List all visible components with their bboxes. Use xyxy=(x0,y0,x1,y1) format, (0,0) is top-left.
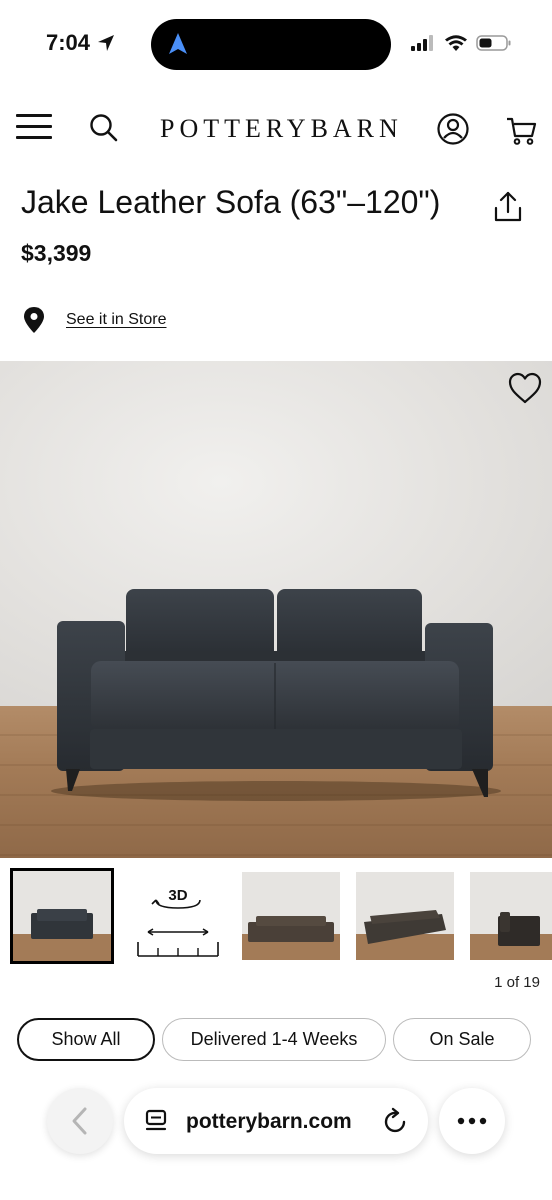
share-icon[interactable] xyxy=(492,190,524,224)
product-title: Jake Leather Sofa (63"–120") xyxy=(21,184,441,220)
status-bar: 7:04 xyxy=(0,0,552,90)
chip-delivered-1-4-weeks[interactable]: Delivered 1-4 Weeks xyxy=(162,1018,386,1061)
product-price: $3,399 xyxy=(21,240,92,266)
view-3d-button[interactable]: 3D xyxy=(126,874,230,960)
chip-show-all[interactable]: Show All xyxy=(17,1018,155,1061)
browser-back-button[interactable] xyxy=(47,1088,113,1154)
status-time: 7:04 xyxy=(46,30,91,55)
sofa-illustration xyxy=(51,589,501,801)
thumbnail-1[interactable] xyxy=(10,868,114,964)
site-logo[interactable]: POTTERYBARN xyxy=(160,114,403,144)
search-icon[interactable] xyxy=(88,112,120,144)
thumbnail-3[interactable] xyxy=(356,872,454,960)
location-arrow-icon xyxy=(98,35,115,51)
wifi-icon xyxy=(445,35,467,51)
reload-icon[interactable] xyxy=(383,1107,409,1135)
heart-icon[interactable] xyxy=(507,371,543,405)
navigation-arrow-icon xyxy=(169,33,187,54)
image-counter: 1 of 19 xyxy=(494,974,540,991)
chevron-left-icon xyxy=(72,1107,87,1135)
hamburger-icon[interactable] xyxy=(16,114,52,140)
see-in-store-row: See it in Store xyxy=(22,306,167,334)
thumbnail-sofa-image xyxy=(248,916,334,942)
status-indicators xyxy=(410,34,512,52)
site-header: POTTERYBARN xyxy=(0,100,552,160)
dynamic-island xyxy=(151,19,391,70)
location-pin-icon xyxy=(24,307,44,333)
thumbnail-4[interactable] xyxy=(470,872,552,960)
thumbnail-sofa-image xyxy=(31,909,93,939)
thumbnail-sofa-image xyxy=(364,910,446,944)
status-time-group: 7:04 xyxy=(46,30,116,56)
more-button[interactable] xyxy=(439,1088,505,1154)
address-bar[interactable]: potterybarn.com xyxy=(124,1088,428,1154)
chip-on-sale[interactable]: On Sale xyxy=(393,1018,531,1061)
cart-icon[interactable] xyxy=(505,114,539,148)
see-in-store-link[interactable]: See it in Store xyxy=(66,311,167,329)
three-d-label: 3D xyxy=(168,887,187,904)
product-main-image[interactable] xyxy=(0,361,552,858)
browser-toolbar: potterybarn.com xyxy=(0,1080,552,1200)
thumbnail-strip: 3D xyxy=(0,868,552,964)
thumbnail-sofa-image xyxy=(498,912,540,946)
account-icon[interactable] xyxy=(436,112,470,146)
battery-icon xyxy=(476,35,511,51)
tabs-icon[interactable] xyxy=(144,1108,170,1134)
filter-chips: Show All Delivered 1-4 Weeks On Sale xyxy=(0,1018,552,1062)
cellular-signal-icon xyxy=(411,35,433,51)
thumbnail-2[interactable] xyxy=(242,872,340,960)
url-text: potterybarn.com xyxy=(186,1110,352,1133)
more-icon xyxy=(457,1117,487,1125)
